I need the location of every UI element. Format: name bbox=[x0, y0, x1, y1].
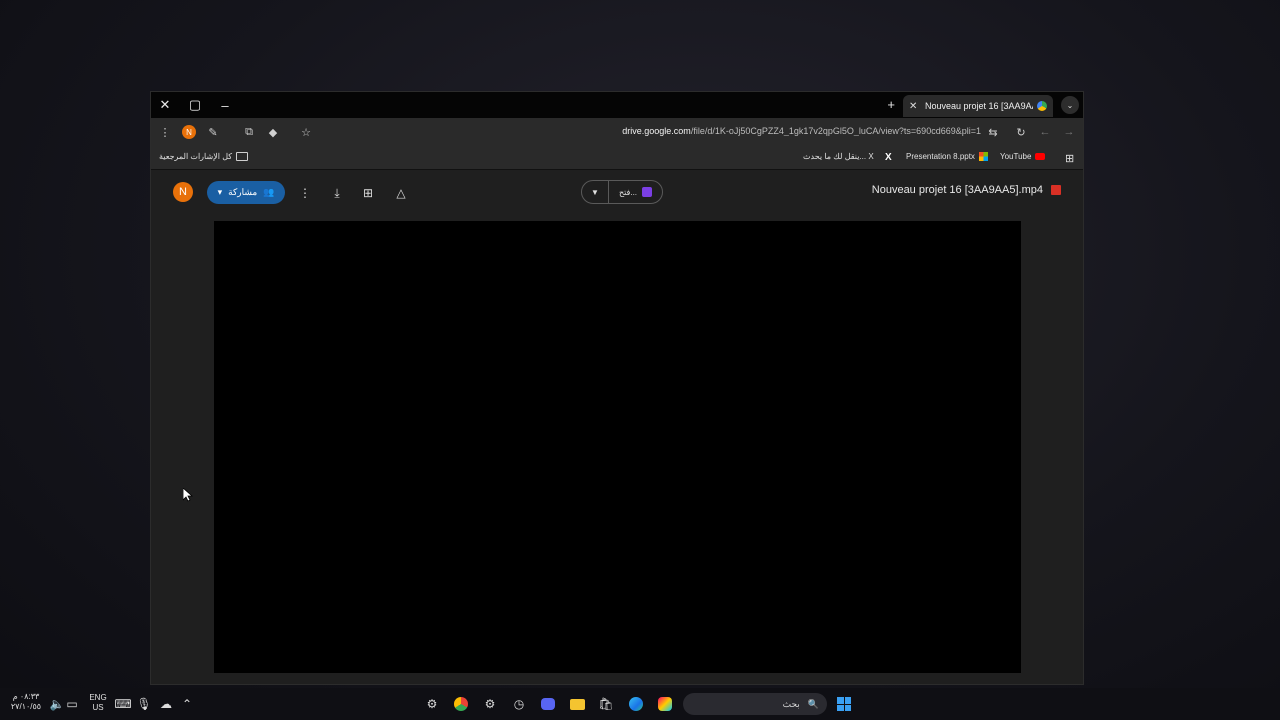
taskbar: ٠٨:٣٣ م ٢٧/١٠/٥٥ 🔈 ▭ ENG US ⌨ 🎙 ☁ ⌃ ⚙ ⚙ ◷ … bbox=[0, 688, 1280, 720]
tab-search-icon[interactable]: ⌄ bbox=[1061, 96, 1079, 114]
tab-close-icon[interactable]: ✕ bbox=[909, 101, 921, 112]
file-title: Nouveau projet 16 [3AA9AA5].mp4 bbox=[872, 184, 1061, 196]
clock[interactable]: ٠٨:٣٣ م ٢٧/١٠/٥٥ bbox=[10, 692, 42, 712]
chevron-down-icon: ▾ bbox=[217, 187, 223, 197]
youtube-icon bbox=[1035, 153, 1046, 160]
language-indicator[interactable]: ENG US bbox=[86, 693, 110, 713]
download-icon[interactable]: ⤓ bbox=[328, 184, 346, 202]
chevron-up-icon[interactable]: ⌃ bbox=[176, 693, 198, 715]
onedrive-icon[interactable]: ☁ bbox=[155, 693, 177, 715]
back-icon[interactable]: ← bbox=[1036, 123, 1054, 141]
search-icon: 🔍 bbox=[807, 698, 819, 709]
extensions-icon[interactable]: ⧉ bbox=[240, 123, 258, 141]
chrome-menu-icon[interactable]: ⋮ bbox=[156, 123, 174, 141]
new-tab-icon[interactable]: + bbox=[887, 97, 895, 112]
close-icon[interactable]: ✕ bbox=[155, 96, 175, 114]
minimize-icon[interactable]: – bbox=[215, 96, 235, 114]
bookmark-presentation[interactable]: Presentation 8.pptx bbox=[906, 152, 988, 161]
forward-icon[interactable]: → bbox=[1060, 123, 1078, 141]
all-bookmarks[interactable]: كل الإشارات المرجعية bbox=[159, 152, 249, 161]
video-player[interactable] bbox=[214, 221, 1021, 673]
chrome-icon[interactable] bbox=[450, 693, 472, 715]
bookmarks-bar: كل الإشارات المرجعية ينقل لك ما يحدث... … bbox=[151, 146, 1083, 170]
gear-icon[interactable]: ⚙ bbox=[479, 693, 501, 715]
bookmark-x[interactable]: ينقل لك ما يحدث... X bbox=[803, 152, 874, 161]
discord-icon[interactable] bbox=[537, 693, 559, 715]
tab-strip: ✕ ▢ – + ✕ Nouveau projet 16 [3AA9AA5]...… bbox=[151, 92, 1083, 118]
tab-drive-file[interactable]: ✕ Nouveau projet 16 [3AA9AA5]... bbox=[903, 95, 1053, 117]
microsoft-icon bbox=[978, 152, 988, 161]
drive-add-icon[interactable]: △ bbox=[392, 184, 410, 202]
clock-app-icon[interactable]: ◷ bbox=[508, 693, 530, 715]
open-with-button[interactable]: ▼ فتح... bbox=[581, 180, 663, 204]
chevron-down-icon[interactable]: ▼ bbox=[582, 181, 609, 203]
browser-toolbar: ⋮ N ✎ ⧉ ◆ ☆ drive.google.com/file/d/1K-o… bbox=[151, 118, 1083, 146]
microphone-icon[interactable]: 🎙 bbox=[133, 693, 155, 715]
reload-icon[interactable]: ↻ bbox=[1012, 123, 1030, 141]
profile-icon[interactable]: N bbox=[180, 123, 198, 141]
windows-start-icon[interactable] bbox=[833, 693, 855, 715]
folder-icon bbox=[236, 152, 249, 161]
copilot-icon[interactable] bbox=[654, 693, 676, 715]
apps-grid-icon[interactable]: ⊞ bbox=[1065, 152, 1074, 165]
store-icon[interactable]: 🛍 bbox=[595, 693, 617, 715]
drive-preview-toolbar: N ▾ مشاركة 👥 ⋮ ⤓ ⊞ △ ▼ فتح... Nouveau pr… bbox=[151, 170, 1083, 216]
share-button[interactable]: ▾ مشاركة 👥 bbox=[207, 181, 285, 204]
site-settings-icon[interactable]: ⇆ bbox=[984, 123, 1002, 141]
edge-icon[interactable] bbox=[625, 693, 647, 715]
add-shortcut-icon[interactable]: ⊞ bbox=[359, 184, 377, 202]
settings-icon[interactable]: ⚙ bbox=[421, 693, 443, 715]
star-icon[interactable]: ☆ bbox=[297, 123, 315, 141]
tab-title: Nouveau projet 16 [3AA9AA5]... bbox=[925, 101, 1033, 111]
extension-diamond-icon[interactable]: ◆ bbox=[264, 123, 282, 141]
more-icon[interactable]: ⋮ bbox=[296, 184, 314, 202]
people-icon: 👥 bbox=[263, 187, 275, 197]
avatar[interactable]: N bbox=[173, 182, 193, 202]
keyboard-icon[interactable]: ⌨ bbox=[112, 693, 134, 715]
video-app-icon bbox=[642, 187, 653, 197]
network-icon[interactable]: ▭ bbox=[61, 693, 83, 715]
address-bar[interactable]: drive.google.com/file/d/1K-oJj50CgPZZ4_1… bbox=[591, 126, 981, 136]
bookmark-youtube[interactable]: YouTube bbox=[1000, 152, 1046, 161]
file-explorer-icon[interactable] bbox=[566, 693, 588, 715]
taskbar-search[interactable]: بحث 🔍 bbox=[683, 693, 827, 715]
google-drive-icon bbox=[1037, 101, 1047, 111]
video-file-icon bbox=[1051, 185, 1061, 195]
maximize-icon[interactable]: ▢ bbox=[185, 96, 205, 114]
extension-icon[interactable]: ✎ bbox=[204, 123, 222, 141]
browser-window: ✕ ▢ – + ✕ Nouveau projet 16 [3AA9AA5]...… bbox=[150, 91, 1084, 685]
x-logo-icon[interactable]: X bbox=[885, 152, 892, 163]
